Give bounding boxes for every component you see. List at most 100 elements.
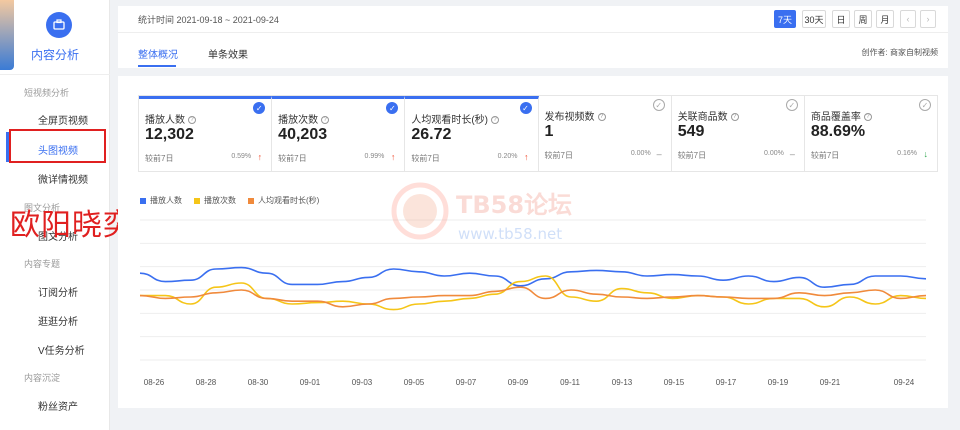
help-icon[interactable]: ? (730, 113, 739, 122)
help-icon[interactable]: ? (321, 116, 330, 125)
dash-icon: – (789, 149, 795, 159)
help-icon[interactable]: ? (863, 113, 872, 122)
card-compare: 较前7日 (411, 154, 440, 163)
help-icon[interactable]: ? (188, 116, 196, 125)
card-compare: 较前7日 (677, 151, 707, 160)
x-tick-label: 08-28 (196, 378, 217, 387)
card-label: 发布视频数? (545, 108, 606, 123)
legend-swatch (248, 197, 254, 204)
x-tick-label: 09-24 (894, 378, 915, 387)
x-tick-label: 09-15 (664, 378, 685, 387)
legend-label: 播放人数 (150, 196, 182, 205)
x-tick-label: 09-01 (300, 378, 321, 387)
sidebar-item-guangguang[interactable]: 逛逛分析 (38, 313, 78, 328)
x-tick-label: 09-09 (508, 378, 529, 387)
card-value: 1 (544, 123, 554, 140)
card-pct: 0.20% (497, 153, 518, 160)
divider (118, 32, 948, 33)
legend-item[interactable]: 播放人数 (140, 195, 182, 206)
side-group-short-video: 短视频分析 (24, 88, 70, 98)
card-pct: 0.00% (764, 150, 784, 157)
card-compare: 较前7日 (544, 151, 573, 160)
side-group-sediment: 内容沉淀 (24, 373, 61, 383)
check-icon[interactable]: ✓ (919, 99, 932, 111)
chart-legend: 播放人数 播放次数 人均观看时长(秒) (140, 195, 319, 206)
x-tick-label: 09-11 (560, 378, 580, 387)
arrow-up-icon: ↑ (524, 152, 529, 162)
arrow-up-icon: ↑ (257, 152, 263, 162)
chevron-right-icon[interactable]: › (920, 10, 936, 28)
watermark-text: TB58论坛 (456, 191, 572, 219)
card-value: 88.69% (810, 123, 866, 140)
card-pct: 0.16% (897, 150, 918, 157)
briefcase-icon (46, 12, 72, 38)
arrow-down-icon: ↓ (923, 149, 929, 159)
card-value: 549 (677, 123, 705, 140)
range-day-button[interactable]: 日 (832, 10, 850, 28)
help-icon[interactable]: ? (597, 113, 606, 122)
x-tick-label: 09-05 (404, 378, 425, 387)
highlight-box (9, 129, 106, 163)
overlay-name-text: 欧阳晓奕 (10, 208, 134, 243)
range-30d-button[interactable]: 30天 (802, 10, 826, 28)
stat-time: 统计时间 2021-09-18 ~ 2021-09-24 (138, 15, 279, 25)
range-week-button[interactable]: 周 (854, 10, 872, 28)
x-tick-label: 09-13 (612, 378, 633, 387)
metric-card[interactable]: 播放次数? 40,203 较前7日 0.99% ↑ ✓ (272, 96, 406, 171)
help-icon[interactable]: ? (491, 116, 500, 125)
series-line-1 (139, 266, 927, 289)
card-value: 12,302 (145, 126, 194, 143)
card-pct: 0.00% (630, 150, 651, 157)
chevron-left-icon[interactable]: ‹ (900, 10, 916, 28)
tab-underline (138, 65, 176, 67)
x-tick-label: 09-03 (352, 378, 373, 387)
card-compare: 较前7日 (810, 151, 840, 160)
dash-icon: – (656, 149, 662, 159)
legend-item[interactable]: 人均观看时长(秒) (248, 195, 319, 206)
sidebar-item-v-task[interactable]: V任务分析 (38, 342, 85, 357)
x-tick-label: 09-07 (456, 378, 477, 387)
divider (0, 74, 110, 75)
sidebar-item-micro-detail-video[interactable]: 微详情视频 (38, 171, 88, 186)
card-pct: 0.59% (231, 153, 252, 160)
check-icon[interactable]: ✓ (253, 102, 266, 114)
metric-cards: 播放人数? 12,302 较前7日 0.59% ↑ ✓ 播放次数? 40,203… (138, 95, 938, 172)
sidebar-item-fullscreen-video[interactable]: 全屏页视频 (38, 112, 88, 127)
line-chart: 08-26 08-28 08-30 09-01 09-03 09-05 09-07 09-09… (139, 219, 927, 387)
range-7d-button[interactable]: 7天 (774, 10, 796, 28)
legend-item[interactable]: 播放次数 (194, 195, 236, 206)
card-label: 商品覆盖率? (811, 108, 872, 123)
legend-label: 人均观看时长(秒) (258, 196, 320, 205)
metric-card[interactable]: 播放人数? 12,302 较前7日 0.59% ↑ ✓ (139, 96, 273, 171)
side-group-topic: 内容专题 (24, 259, 61, 269)
tab-overview[interactable]: 整体概况 (138, 46, 178, 61)
check-icon[interactable]: ✓ (652, 99, 665, 111)
x-tick-label: 09-17 (716, 378, 737, 387)
legend-swatch (140, 197, 146, 204)
check-icon[interactable]: ✓ (519, 102, 532, 114)
check-icon[interactable]: ✓ (785, 99, 798, 111)
legend-label: 播放次数 (204, 196, 236, 205)
card-label: 关联商品数? (678, 108, 739, 123)
tab-single-effect[interactable]: 单条效果 (208, 46, 248, 61)
sidebar-item-subscription[interactable]: 订阅分析 (38, 284, 78, 299)
metric-card[interactable]: 发布视频数? 1 较前7日 0.00% – ✓ (539, 96, 672, 171)
x-tick-label: 08-26 (144, 378, 165, 387)
legend-swatch (194, 197, 200, 204)
creator-label: 创作者: 商家自制视频 (861, 48, 938, 57)
card-compare: 较前7日 (278, 154, 307, 163)
x-tick-label: 08-30 (248, 378, 269, 387)
metric-card[interactable]: 人均观看时长(秒)? 26.72 较前7日 0.20% ↑ ✓ (405, 96, 539, 171)
check-icon[interactable]: ✓ (386, 102, 399, 114)
range-month-button[interactable]: 月 (876, 10, 894, 28)
sidebar-item-fan-assets[interactable]: 粉丝资产 (38, 398, 78, 413)
metric-card[interactable]: 商品覆盖率? 88.69% 较前7日 0.16% ↓ ✓ (805, 96, 937, 171)
main-panel: 播放人数? 12,302 较前7日 0.59% ↑ ✓ 播放次数? 40,203… (118, 76, 948, 408)
arrow-up-icon: ↑ (390, 152, 396, 162)
card-label: 播放人数? (145, 111, 196, 126)
x-tick-label: 09-21 (820, 378, 841, 387)
x-tick-label: 09-19 (768, 378, 789, 387)
metric-card[interactable]: 关联商品数? 549 较前7日 0.00% – ✓ (672, 96, 805, 171)
card-compare: 较前7日 (145, 154, 174, 163)
card-pct: 0.99% (364, 153, 385, 160)
